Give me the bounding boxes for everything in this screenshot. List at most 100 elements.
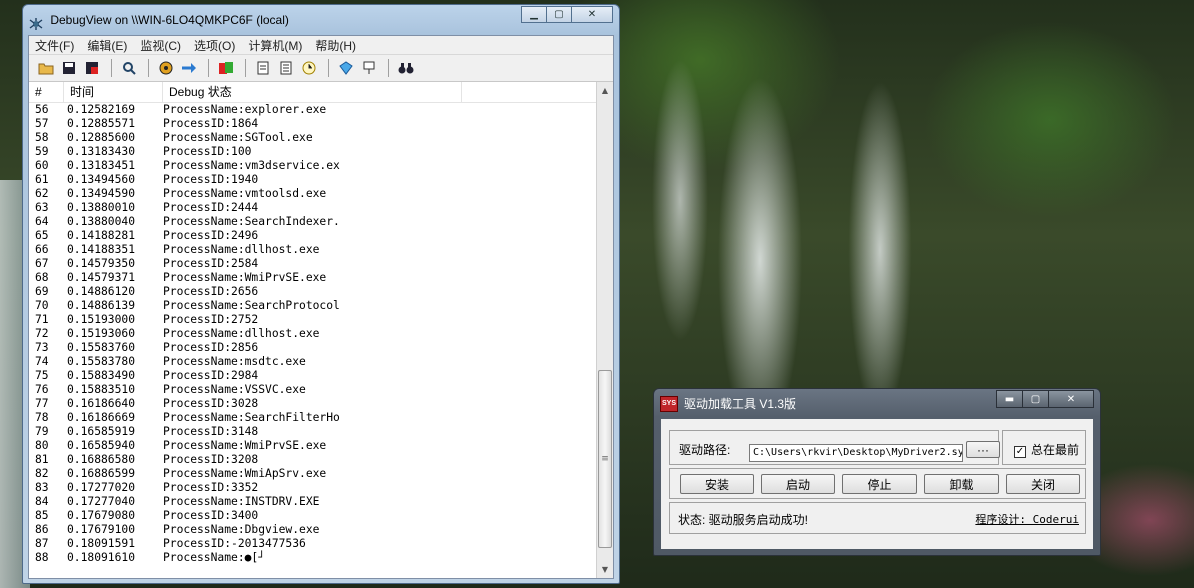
log-row[interactable]: 70 0.14886139 ProcessName:SearchProtocol — [29, 299, 597, 313]
log-row[interactable]: 65 0.14188281 ProcessID:2496 — [29, 229, 597, 243]
log-row[interactable]: 72 0.15193060 ProcessName:dllhost.exe — [29, 327, 597, 341]
log-row[interactable]: 62 0.13494590 ProcessName:vmtoolsd.exe — [29, 187, 597, 201]
log-row[interactable]: 81 0.16886580 ProcessID:3208 — [29, 453, 597, 467]
install-button[interactable]: 安装 — [680, 474, 754, 494]
log-row-message: ProcessID:2984 — [163, 369, 259, 382]
log-row-time: 0.15583760 — [67, 341, 136, 354]
log-row[interactable]: 73 0.15583760 ProcessID:2856 — [29, 341, 597, 355]
stop-button[interactable]: 停止 — [842, 474, 917, 494]
filter-icon[interactable] — [254, 59, 272, 77]
log-row-number: 83 — [35, 481, 49, 494]
debugview-app-icon — [29, 14, 43, 30]
scroll-thumb[interactable]: ≡ — [598, 370, 612, 548]
close-button[interactable]: ✕ — [571, 6, 613, 23]
log-row[interactable]: 79 0.16585919 ProcessID:3148 — [29, 425, 597, 439]
log-row[interactable]: 86 0.17679100 ProcessName:Dbgview.exe — [29, 523, 597, 537]
open-icon[interactable] — [37, 59, 55, 77]
log-row[interactable]: 77 0.16186640 ProcessID:3028 — [29, 397, 597, 411]
start-button[interactable]: 启动 — [761, 474, 835, 494]
log-row[interactable]: 71 0.15193000 ProcessID:2752 — [29, 313, 597, 327]
log-row[interactable]: 57 0.12885571 ProcessID:1864 — [29, 117, 597, 131]
log-row-message: ProcessName:explorer.exe — [163, 103, 327, 116]
close-tool-button[interactable]: 关闭 — [1006, 474, 1080, 494]
save-icon[interactable] — [60, 59, 78, 77]
log-row[interactable]: 85 0.17679080 ProcessID:3400 — [29, 509, 597, 523]
log-row-number: 85 — [35, 509, 49, 522]
menu-edit[interactable]: 编辑(E) — [87, 37, 127, 54]
close-button[interactable]: ✕ — [1048, 390, 1094, 408]
log-row-message: ProcessName:vm3dservice.ex — [163, 159, 340, 172]
log-row-message: ProcessName:WmiPrvSE.exe — [163, 271, 327, 284]
binoculars-icon[interactable] — [397, 59, 415, 77]
column-header-number[interactable]: # — [29, 82, 64, 102]
log-row[interactable]: 78 0.16186669 ProcessName:SearchFilterHo — [29, 411, 597, 425]
log-row[interactable]: 58 0.12885600 ProcessName:SGTool.exe — [29, 131, 597, 145]
menu-file[interactable]: 文件(F) — [35, 37, 74, 54]
driver-tool-titlebar[interactable]: SYS 驱动加载工具 V1.3版 — [660, 393, 796, 415]
connect-icon[interactable] — [360, 59, 378, 77]
scroll-up-arrow[interactable]: ▲ — [597, 82, 613, 99]
autoscroll-icon[interactable] — [180, 59, 198, 77]
toolbar-separator — [208, 59, 209, 77]
log-row[interactable]: 64 0.13880040 ProcessName:SearchIndexer. — [29, 215, 597, 229]
debugview-titlebar[interactable]: DebugView on \\WIN-6LO4QMKPC6F (local) — [29, 7, 289, 33]
log-list[interactable]: # 时间 Debug 状态 56 0.12582169 ProcessName:ex… — [29, 82, 597, 578]
log-row-message: ProcessName:dllhost.exe — [163, 243, 320, 256]
debugview-client: 文件(F) 编辑(E) 监视(C) 选项(O) 计算机(M) 帮助(H) # 时… — [28, 35, 614, 579]
log-row-time: 0.14579371 — [67, 271, 136, 284]
always-on-top-label[interactable]: 总在最前 — [1031, 441, 1079, 458]
clear-display-icon[interactable] — [217, 59, 235, 77]
log-row[interactable]: 76 0.15883510 ProcessName:VSSVC.exe — [29, 383, 597, 397]
clock-icon[interactable] — [300, 59, 318, 77]
log-row-message: ProcessName:WmiPrvSE.exe — [163, 439, 327, 452]
log-row[interactable]: 88 0.18091610 ProcessName:●[┘ — [29, 551, 597, 565]
maximize-button[interactable]: ▢ — [1022, 390, 1049, 408]
log-row-time: 0.13183451 — [67, 159, 136, 172]
log-row[interactable]: 63 0.13880010 ProcessID:2444 — [29, 201, 597, 215]
always-on-top-checkbox[interactable]: ✓ — [1014, 446, 1026, 458]
log-row[interactable]: 56 0.12582169 ProcessName:explorer.exe — [29, 103, 597, 117]
log-row[interactable]: 61 0.13494560 ProcessID:1940 — [29, 173, 597, 187]
log-row-message: ProcessName:SearchIndexer. — [163, 215, 340, 228]
uninstall-button[interactable]: 卸载 — [924, 474, 999, 494]
highlight-icon[interactable] — [337, 59, 355, 77]
log-row-message: ProcessID:1864 — [163, 117, 259, 130]
menu-capture[interactable]: 监视(C) — [140, 37, 181, 54]
log-row-time: 0.14579350 — [67, 257, 136, 270]
browse-button[interactable]: ··· — [966, 441, 1000, 458]
vertical-scrollbar[interactable]: ▲ ≡ ▼ — [596, 82, 613, 578]
log-row[interactable]: 66 0.14188351 ProcessName:dllhost.exe — [29, 243, 597, 257]
log-row-message: ProcessID:3400 — [163, 509, 259, 522]
log-row-number: 77 — [35, 397, 49, 410]
column-header-time[interactable]: 时间 — [64, 82, 163, 102]
log-row-time: 0.12885571 — [67, 117, 136, 130]
scroll-down-arrow[interactable]: ▼ — [597, 561, 613, 578]
log-row[interactable]: 69 0.14886120 ProcessID:2656 — [29, 285, 597, 299]
maximize-button[interactable]: ▢ — [546, 6, 572, 23]
capture-icon[interactable] — [157, 59, 175, 77]
log-row[interactable]: 80 0.16585940 ProcessName:WmiPrvSE.exe — [29, 439, 597, 453]
log-row[interactable]: 67 0.14579350 ProcessID:2584 — [29, 257, 597, 271]
minimize-button[interactable]: ▁ — [521, 6, 547, 23]
log-row[interactable]: 83 0.17277020 ProcessID:3352 — [29, 481, 597, 495]
minimize-button[interactable]: ▬ — [996, 390, 1023, 408]
log-row-time: 0.14188281 — [67, 229, 136, 242]
log-row[interactable]: 59 0.13183430 ProcessID:100 — [29, 145, 597, 159]
log-row[interactable]: 60 0.13183451 ProcessName:vm3dservice.ex — [29, 159, 597, 173]
log-row[interactable]: 74 0.15583780 ProcessName:msdtc.exe — [29, 355, 597, 369]
log-row[interactable]: 68 0.14579371 ProcessName:WmiPrvSE.exe — [29, 271, 597, 285]
log-row[interactable]: 87 0.18091591 ProcessID:-2013477536 — [29, 537, 597, 551]
find-icon[interactable] — [120, 59, 138, 77]
history-icon[interactable] — [277, 59, 295, 77]
column-header-message[interactable]: Debug 状态 — [163, 82, 462, 102]
driver-path-field[interactable]: C:\Users\rkvir\Desktop\MyDriver2.sy — [749, 444, 963, 462]
menu-options[interactable]: 选项(O) — [194, 37, 235, 54]
column-header-empty — [462, 82, 597, 102]
log-row[interactable]: 84 0.17277040 ProcessName:INSTDRV.EXE — [29, 495, 597, 509]
credit-link[interactable]: 程序设计: Coderui — [975, 511, 1079, 527]
log-row[interactable]: 75 0.15883490 ProcessID:2984 — [29, 369, 597, 383]
log-row[interactable]: 82 0.16886599 ProcessName:WmiApSrv.exe — [29, 467, 597, 481]
menu-computer[interactable]: 计算机(M) — [248, 37, 302, 54]
menu-help[interactable]: 帮助(H) — [315, 37, 356, 54]
log-to-file-icon[interactable] — [83, 59, 101, 77]
